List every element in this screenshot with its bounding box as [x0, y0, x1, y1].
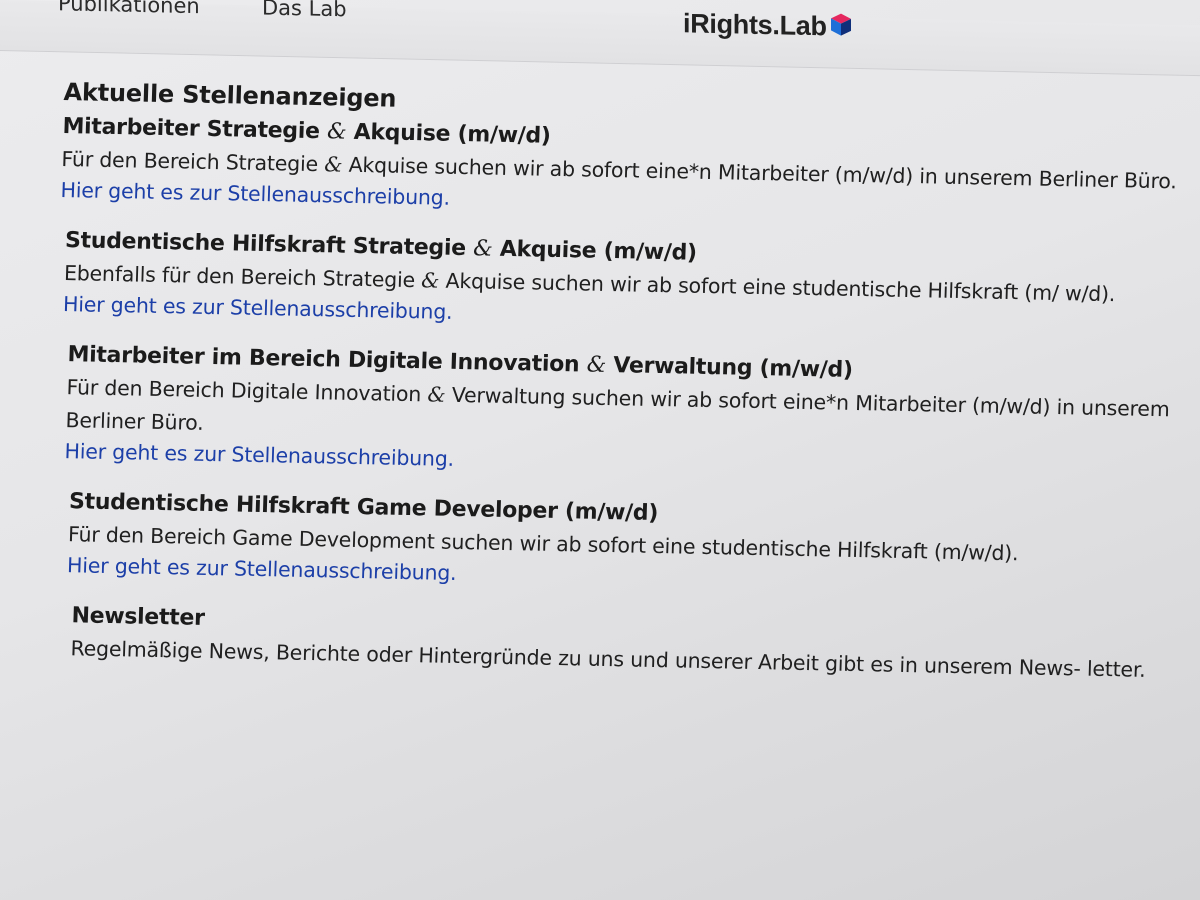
job-posting-link[interactable]: Hier geht es zur Stellenausschreibung.: [60, 178, 450, 210]
site-logo[interactable]: iRights.Lab: [683, 8, 853, 43]
job-listing: Mitarbeiter im Bereich Digitale Innovati…: [64, 342, 1175, 485]
job-posting-link[interactable]: Hier geht es zur Stellenausschreibung.: [67, 553, 457, 585]
job-listing: Studentische Hilfskraft Game Developer (…: [67, 489, 1171, 599]
job-posting-link[interactable]: Hier geht es zur Stellenausschreibung.: [64, 439, 454, 471]
logo-text: iRights.Lab: [683, 8, 827, 42]
cube-logo-icon: [829, 11, 853, 38]
top-navigation-bar: Publikationen Das Lab iRights.Lab: [0, 0, 1200, 77]
nav-link-publikationen[interactable]: Publikationen: [58, 0, 200, 18]
job-listing: Mitarbeiter Strategie & Akquise (m/w/d) …: [60, 114, 1182, 224]
nav-link-das-lab[interactable]: Das Lab: [262, 0, 347, 21]
main-content: Aktuelle Stellenanzeigen Mitarbeiter Str…: [45, 78, 1183, 713]
newsletter-section: Newsletter Regelmäßige News, Berichte od…: [70, 603, 1168, 687]
job-posting-link[interactable]: Hier geht es zur Stellenausschreibung.: [63, 292, 453, 324]
job-listing: Studentische Hilfskraft Strategie & Akqu…: [63, 228, 1179, 338]
